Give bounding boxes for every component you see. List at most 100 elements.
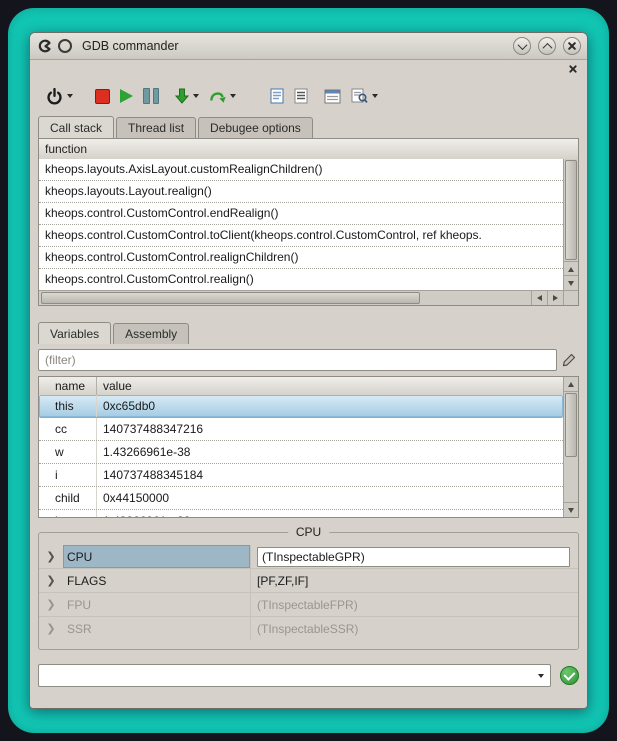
variable-row[interactable]: child 0x44150000 (39, 487, 563, 510)
cpu-row[interactable]: ❯ FPU (TInspectableFPR) (39, 593, 578, 617)
register-group-value: [PF,ZF,IF] (251, 569, 578, 592)
variable-value: 0x44150000 (97, 487, 563, 509)
expand-arrow-icon[interactable]: ❯ (39, 598, 63, 611)
titlebar[interactable]: GDB commander (30, 33, 587, 60)
step-in-button[interactable] (175, 83, 199, 109)
cpu-row[interactable]: ❯ CPU (TInspectableGPR) (39, 545, 578, 569)
scroll-down-button[interactable] (564, 275, 578, 290)
tab-variables[interactable]: Variables (38, 322, 111, 344)
step-over-button[interactable] (209, 83, 236, 109)
left-arrow-icon (537, 295, 542, 301)
variables-vertical-scrollbar[interactable] (563, 377, 578, 517)
cpu-groupbox: CPU ❯ CPU (TInspectableGPR) ❯ FLAGS [PF,… (38, 532, 579, 650)
variable-row[interactable]: w 1.43266961e-38 (39, 441, 563, 464)
editor-button[interactable] (270, 83, 284, 109)
pause-icon (143, 88, 159, 104)
callstack-row[interactable]: kheops.control.CustomControl.toClient(kh… (39, 225, 563, 247)
play-icon (120, 89, 133, 103)
check-icon (563, 669, 575, 681)
value-column-header[interactable]: value (97, 377, 578, 395)
cpu-row[interactable]: ❯ FLAGS [PF,ZF,IF] (39, 569, 578, 593)
gdb-command-combobox[interactable] (38, 664, 551, 687)
stop-icon (95, 89, 110, 104)
variable-name: b (39, 510, 97, 517)
app-icon (36, 37, 54, 55)
step-in-icon (175, 88, 189, 104)
register-group-name[interactable]: SSR (63, 617, 251, 640)
magnifier-document-icon (351, 88, 368, 104)
context-help-icon[interactable] (58, 39, 72, 53)
filter-input[interactable] (38, 349, 557, 371)
variable-row[interactable]: cc 140737488347216 (39, 418, 563, 441)
variable-name: cc (39, 418, 97, 440)
list-icon (294, 88, 308, 104)
pause-button[interactable] (143, 83, 159, 109)
right-arrow-icon (553, 295, 558, 301)
memory-button[interactable] (351, 83, 378, 109)
callstack-row[interactable]: kheops.layouts.Layout.realign() (39, 181, 563, 203)
callstack-row[interactable]: kheops.control.CustomControl.realign() (39, 269, 563, 290)
variable-value: 1.43266961e-38 (97, 441, 563, 463)
power-icon (46, 88, 63, 105)
expand-arrow-icon[interactable]: ❯ (39, 622, 63, 635)
dropdown-arrow-icon (230, 94, 236, 98)
tab-thread-list[interactable]: Thread list (116, 117, 196, 138)
tab-assembly[interactable]: Assembly (113, 323, 189, 344)
variable-value: 140737488345184 (97, 464, 563, 486)
up-arrow-icon (568, 382, 574, 387)
scroll-down-button[interactable] (564, 502, 578, 517)
variable-name: child (39, 487, 97, 509)
variable-row[interactable]: b 1.43266961e-38 (39, 510, 563, 517)
callstack-horizontal-scrollbar[interactable] (39, 290, 563, 305)
variable-row[interactable]: i 140737488345184 (39, 464, 563, 487)
tab-debugee-options[interactable]: Debugee options (198, 117, 313, 138)
callstack-vertical-scrollbar[interactable] (563, 159, 578, 290)
scroll-up-button[interactable] (564, 377, 578, 392)
expand-arrow-icon[interactable]: ❯ (39, 550, 63, 563)
dropdown-arrow-icon (67, 94, 73, 98)
scrollbar-thumb[interactable] (565, 160, 577, 260)
call-stack-panel: function kheops.layouts.AxisLayout.custo… (38, 138, 579, 306)
register-group-name[interactable]: CPU (63, 545, 251, 568)
register-group-name[interactable]: FPU (63, 593, 251, 616)
dock-strip (30, 60, 587, 78)
scroll-right-button[interactable] (547, 291, 563, 305)
variable-name: this (39, 395, 97, 417)
scrollbar-thumb[interactable] (41, 292, 420, 304)
watch-window-button[interactable] (324, 83, 341, 109)
command-row (38, 664, 579, 687)
chevron-up-icon (542, 42, 552, 52)
register-group-name[interactable]: FLAGS (63, 569, 251, 592)
stack-tabbar: Call stack Thread list Debugee options (30, 114, 587, 138)
variable-name: w (39, 441, 97, 463)
scroll-left-button[interactable] (531, 291, 547, 305)
shade-button[interactable] (513, 37, 531, 55)
maximize-button[interactable] (538, 37, 556, 55)
tab-call-stack[interactable]: Call stack (38, 116, 114, 138)
combo-dropdown-icon[interactable] (538, 674, 544, 678)
send-command-button[interactable] (560, 666, 579, 685)
dock-close-button[interactable] (568, 64, 578, 74)
close-button[interactable] (563, 37, 581, 55)
callstack-row[interactable]: kheops.control.CustomControl.endRealign(… (39, 203, 563, 225)
scrollbar-thumb[interactable] (565, 393, 577, 457)
callstack-rows: kheops.layouts.AxisLayout.customRealignC… (39, 159, 563, 290)
stop-button[interactable] (95, 83, 110, 109)
decorative-frame: GDB commander (8, 8, 609, 733)
callstack-row[interactable]: kheops.layouts.AxisLayout.customRealignC… (39, 159, 563, 181)
scroll-up-button[interactable] (564, 261, 578, 276)
run-button[interactable] (120, 83, 133, 109)
callstack-row[interactable]: kheops.control.CustomControl.realignChil… (39, 247, 563, 269)
value-editor[interactable]: (TInspectableGPR) (257, 547, 570, 567)
variable-row[interactable]: this 0xc65db0 (39, 395, 563, 418)
callstack-column-header[interactable]: function (39, 139, 578, 160)
register-group-value: (TInspectableGPR) (251, 545, 578, 568)
expand-arrow-icon[interactable]: ❯ (39, 574, 63, 587)
gdb-commander-window: GDB commander (29, 32, 588, 709)
power-button[interactable] (46, 83, 73, 109)
name-column-header[interactable]: name (39, 377, 97, 395)
cpu-row[interactable]: ❯ SSR (TInspectableSSR) (39, 617, 578, 640)
list-button[interactable] (294, 83, 308, 109)
gdb-command-input[interactable] (40, 666, 530, 685)
filter-options-icon[interactable] (557, 353, 579, 368)
